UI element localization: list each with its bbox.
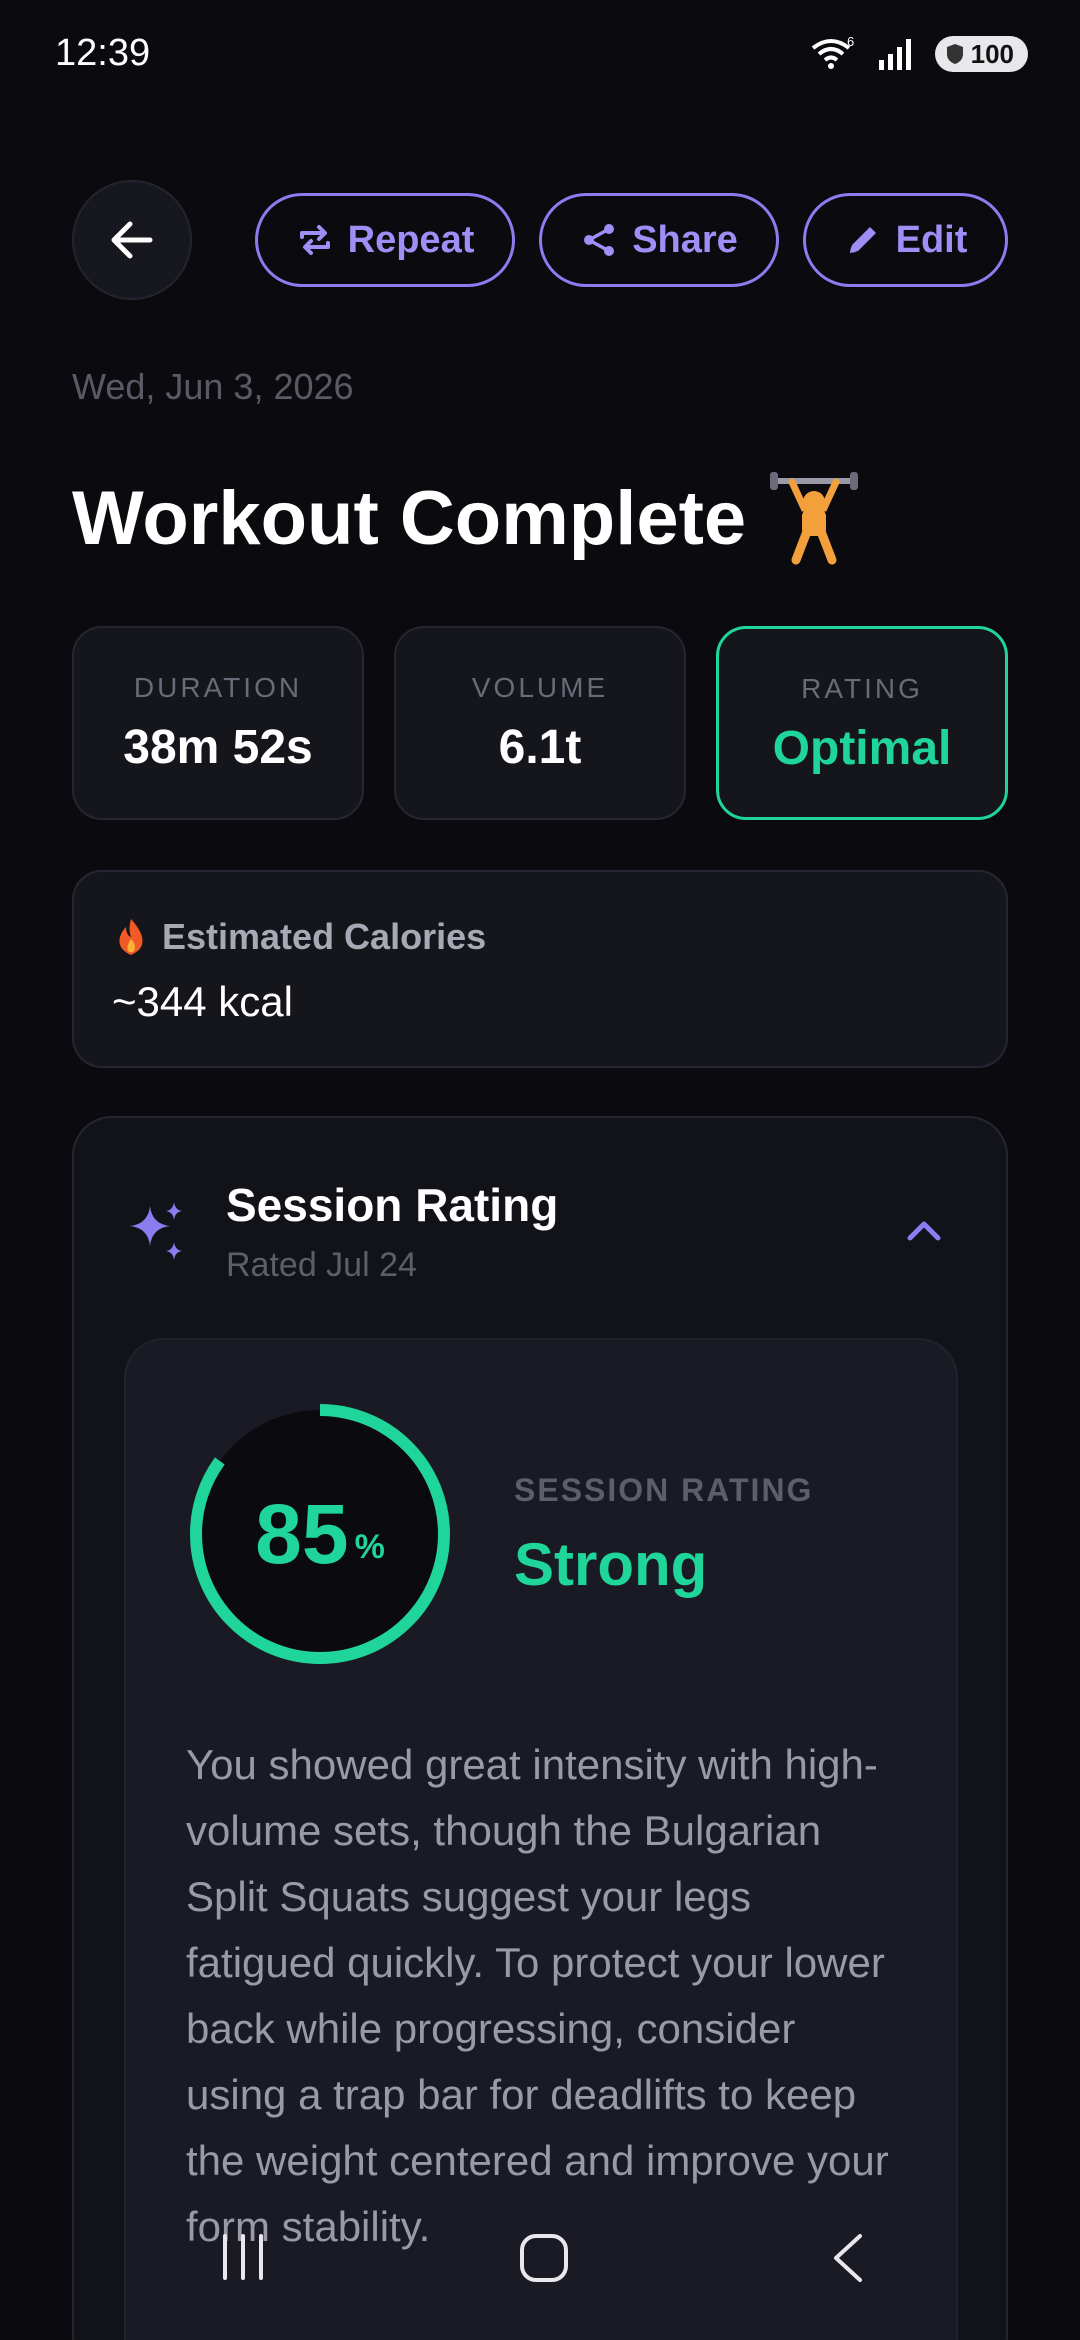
session-rating-value: Strong <box>514 1531 708 1598</box>
repeat-label: Repeat <box>347 218 475 261</box>
sparkle-icon <box>130 1202 182 1260</box>
calories-card: Estimated Calories ~344 kcal <box>72 870 1008 1068</box>
back-nav-icon[interactable] <box>828 2232 868 2284</box>
back-button[interactable] <box>72 180 192 300</box>
wifi-icon: 6 <box>811 34 854 69</box>
arrow-left-icon <box>111 221 153 259</box>
status-time: 12:39 <box>55 32 151 74</box>
rating-label: RATING <box>801 673 923 704</box>
session-rating-detail: 85 % SESSION RATING Strong You showed gr… <box>124 1338 958 2340</box>
weightlifter-icon <box>770 472 859 565</box>
pencil-icon <box>849 227 876 253</box>
volume-value: 6.1t <box>498 721 582 774</box>
calories-value: ~344 kcal <box>112 978 293 1025</box>
system-nav-bar <box>0 2210 1080 2340</box>
rating-card: RATING Optimal <box>716 626 1008 820</box>
repeat-icon <box>299 225 330 255</box>
workout-date: Wed, Jun 3, 2026 <box>72 366 354 407</box>
status-bar: 12:39 6 100 <box>0 0 1080 110</box>
share-button[interactable]: Share <box>539 193 779 287</box>
chevron-up-icon[interactable] <box>902 1208 946 1252</box>
signal-icon <box>878 39 911 70</box>
page-title-text: Workout Complete <box>72 475 747 561</box>
session-rating-card: Session Rating Rated Jul 24 85 % SESSION… <box>72 1116 1008 2340</box>
repeat-button[interactable]: Repeat <box>255 193 515 287</box>
page-title: Workout Complete <box>72 470 862 566</box>
score-unit: % <box>354 1527 385 1566</box>
recents-icon[interactable] <box>215 2232 271 2282</box>
status-icons: 6 100 <box>811 34 1028 74</box>
score-value: 85 <box>255 1486 349 1581</box>
score-display: 85 % <box>186 1400 454 1668</box>
shield-icon <box>946 44 963 64</box>
rating-value: Optimal <box>772 722 952 775</box>
workout-summary-screen: 12:39 6 100 Repeat Share Edit Wed, Jun 3… <box>0 0 1080 2340</box>
duration-value: 38m 52s <box>123 721 313 774</box>
session-rating-label: SESSION RATING <box>514 1472 814 1508</box>
share-label: Share <box>632 218 738 261</box>
session-summary: You showed great intensity with high-vol… <box>186 1741 889 2250</box>
edit-button[interactable]: Edit <box>803 193 1008 287</box>
svg-text:6: 6 <box>847 34 854 49</box>
duration-label: DURATION <box>133 672 303 703</box>
fire-icon <box>119 919 143 955</box>
session-rating-title: Session Rating <box>226 1179 559 1231</box>
battery-level: 100 <box>970 38 1014 69</box>
home-icon[interactable] <box>518 2232 570 2284</box>
session-rating-date: Rated Jul 24 <box>226 1246 417 1284</box>
calories-label: Estimated Calories <box>162 916 487 957</box>
share-icon <box>584 224 615 256</box>
volume-card: VOLUME 6.1t <box>394 626 686 820</box>
edit-label: Edit <box>895 218 968 261</box>
battery-indicator: 100 <box>934 36 1028 72</box>
duration-card: DURATION 38m 52s <box>72 626 364 820</box>
calories-header: Estimated Calories <box>112 916 486 958</box>
volume-label: VOLUME <box>471 672 609 703</box>
